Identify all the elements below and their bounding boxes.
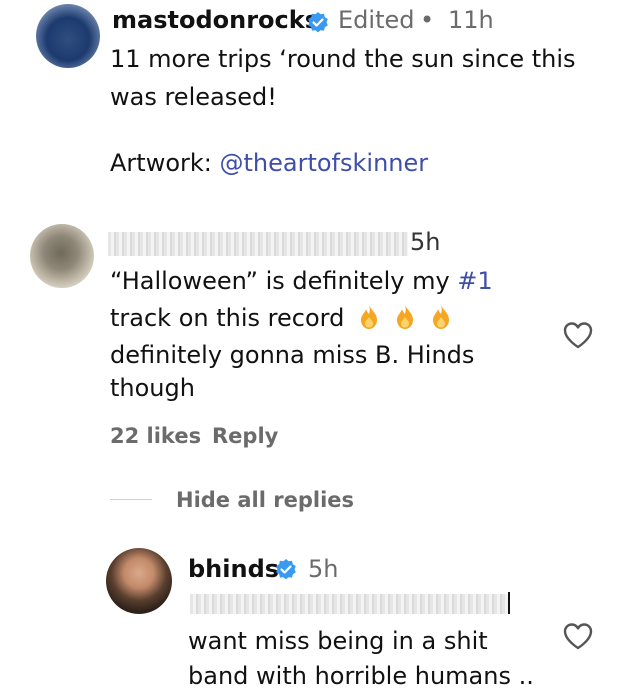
meta-separator: •	[420, 6, 435, 34]
redaction-edge	[508, 592, 510, 614]
comment-text: track on this record	[110, 304, 345, 332]
fire-emoji-icon	[361, 305, 378, 329]
verified-badge-icon	[276, 559, 296, 580]
verified-badge-icon	[308, 12, 328, 33]
comment-text-line: 11 more trips ‘round the sun since this	[110, 45, 576, 73]
avatar-bhinds[interactable]	[106, 548, 172, 614]
like-heart-icon[interactable]	[562, 621, 594, 651]
avatar-redacted[interactable]	[30, 224, 94, 288]
fire-emoji-icon	[397, 305, 414, 329]
edited-label: Edited	[338, 6, 415, 34]
comment-time: 11h	[448, 6, 494, 34]
comment-text-line: want miss being in a shit	[188, 627, 488, 655]
comment-text-line: was released!	[110, 83, 277, 111]
reply-button[interactable]: Reply	[212, 424, 278, 448]
redacted-username	[108, 232, 408, 256]
username-bhinds[interactable]: bhinds	[188, 555, 279, 583]
comment-text: “Halloween” is definitely my	[110, 267, 458, 295]
comment-text-line: “Halloween” is definitely my #1	[110, 264, 570, 299]
likes-count[interactable]: 22 likes	[110, 424, 201, 448]
comment-text-line: band with horrible humans ..	[188, 662, 534, 690]
avatar-mastodonrocks[interactable]	[36, 4, 100, 68]
fire-emoji-icon	[433, 305, 450, 329]
comment-time: 5h	[410, 228, 441, 256]
mention-link[interactable]: @theartofskinner	[220, 149, 429, 177]
username-mastodonrocks[interactable]: mastodonrocks	[112, 6, 319, 34]
hashtag-link[interactable]: #1	[457, 267, 492, 295]
hide-replies-button[interactable]: Hide all replies	[176, 488, 354, 512]
comment-text-line: track on this record	[110, 301, 570, 336]
like-heart-icon[interactable]	[562, 320, 594, 350]
replies-divider	[110, 499, 152, 500]
redacted-text	[190, 594, 508, 614]
comment-text-line: though	[110, 374, 195, 402]
artwork-label: Artwork:	[110, 149, 220, 177]
artwork-credit: Artwork: @theartofskinner	[110, 146, 610, 181]
comment-time: 5h	[308, 555, 339, 583]
comment-text-line: definitely gonna miss B. Hinds	[110, 341, 475, 369]
